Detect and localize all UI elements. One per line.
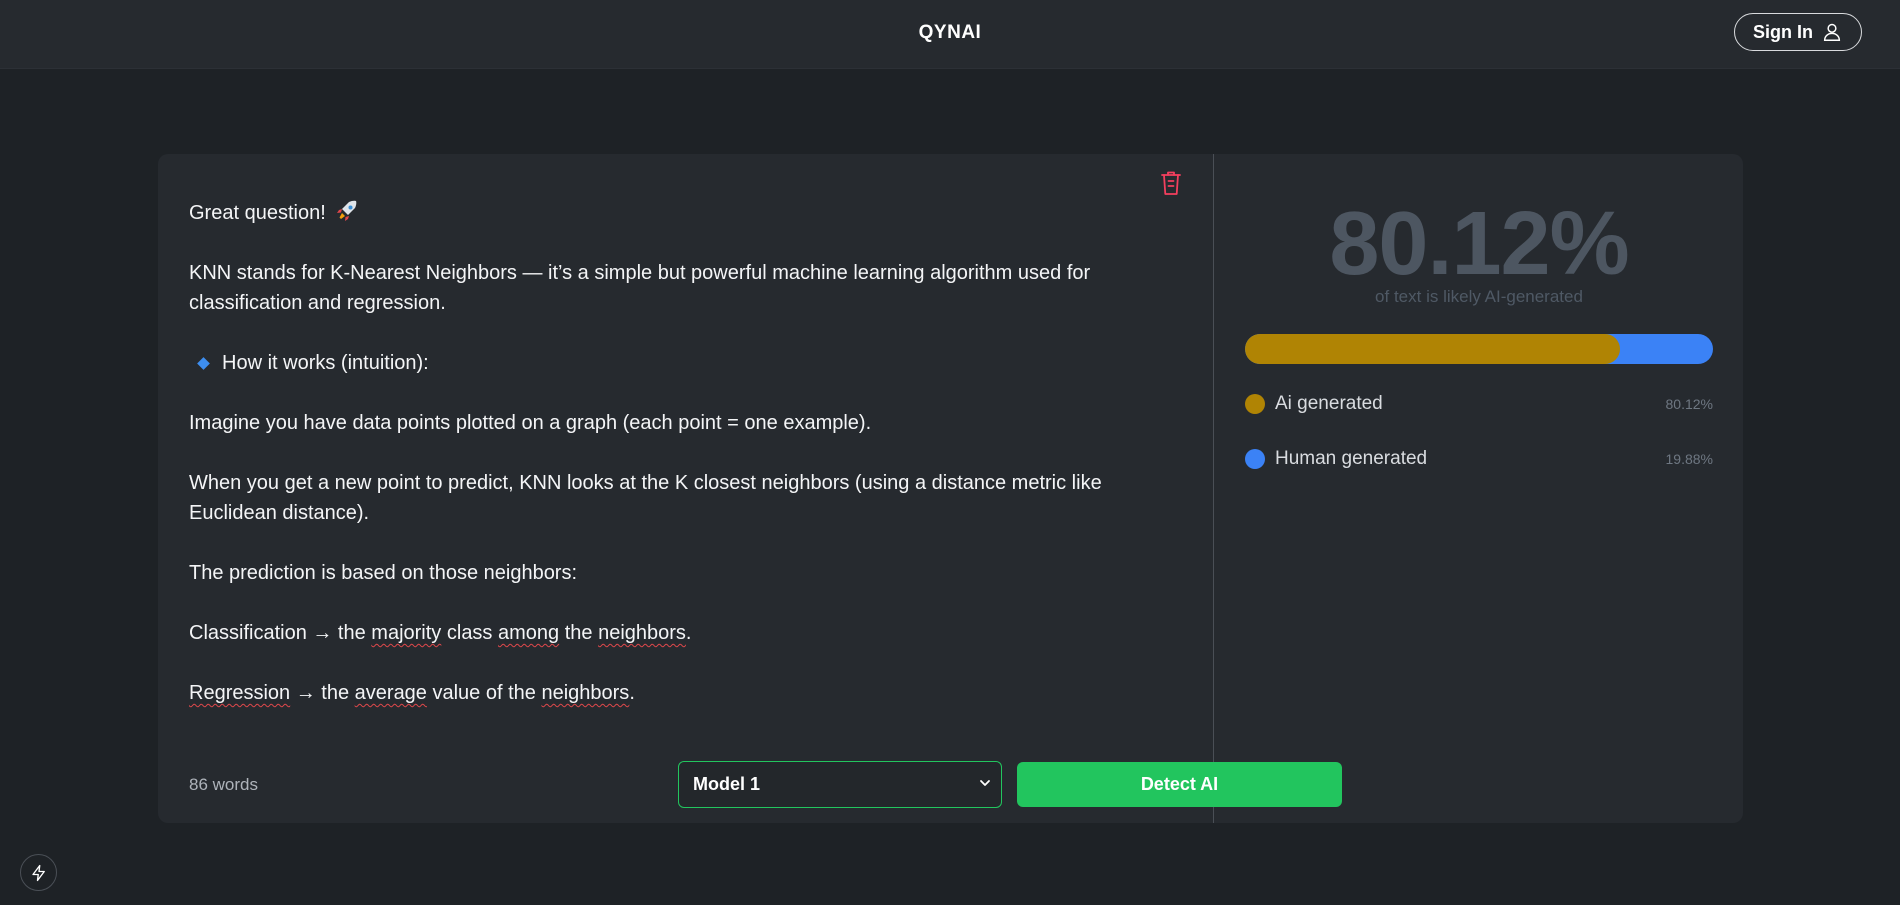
- legend-ai-label: Ai generated: [1275, 393, 1383, 414]
- text-run: the: [559, 622, 599, 644]
- misspelled-word: majority: [371, 622, 442, 644]
- blue-diamond-icon: [197, 356, 210, 370]
- text-run: → the: [290, 682, 355, 704]
- ai-dot-icon: [1245, 394, 1265, 414]
- paragraph: Great question!: [189, 198, 1129, 228]
- detector-card: Great question! KNN stands for K-Nearest…: [158, 154, 1743, 823]
- word-count: 86 words: [189, 775, 258, 794]
- chevron-down-icon: [980, 780, 990, 786]
- text-run: .: [629, 682, 635, 704]
- ai-percentage: 80.12%: [1329, 194, 1629, 294]
- bolt-button[interactable]: [20, 854, 57, 891]
- results-panel: 80.12% of text is likely AI-generated Ai…: [1215, 154, 1743, 823]
- paragraph: The prediction is based on those neighbo…: [189, 562, 578, 584]
- rocket-emoji: [337, 200, 357, 221]
- legend-ai: Ai generated 80.12%: [1245, 392, 1713, 416]
- misspelled-word: Regression: [189, 682, 291, 704]
- misspelled-word: average: [354, 682, 427, 704]
- paragraph: Imagine you have data points plotted on …: [189, 412, 872, 434]
- legend-human-label: Human generated: [1275, 448, 1428, 469]
- legend-ai-value: 80.12%: [1665, 396, 1713, 412]
- bolt-icon: [31, 864, 45, 881]
- text-run: .: [685, 622, 692, 644]
- text-run: Classification → the: [189, 622, 372, 644]
- paragraph: Classification → the majority class amon…: [189, 618, 1129, 648]
- sign-in-button[interactable]: Sign In: [1734, 13, 1862, 51]
- misspelled-word: neighbors: [541, 682, 630, 704]
- human-dot-icon: [1245, 449, 1265, 469]
- brand-logo[interactable]: QYNAI: [0, 22, 1900, 44]
- top-navbar: QYNAI Sign In: [0, 0, 1900, 69]
- misspelled-word: among: [498, 622, 560, 644]
- paragraph: Regression → the average value of the ne…: [189, 678, 1129, 708]
- legend-human-value: 19.88%: [1665, 451, 1713, 467]
- paragraph: When you get a new point to predict, KNN…: [189, 472, 1102, 524]
- ai-progress-fill: [1245, 334, 1620, 364]
- legend-human: Human generated 19.88%: [1245, 447, 1713, 471]
- bullet-heading: How it works (intuition):: [189, 348, 1129, 378]
- sign-in-label: Sign In: [1753, 21, 1813, 42]
- text-run: value of the: [426, 682, 542, 704]
- model-select-value: Model 1: [693, 774, 761, 794]
- model-select[interactable]: Model 1: [678, 761, 1002, 808]
- user-icon: [1823, 23, 1841, 41]
- bullet-heading-text: How it works (intuition):: [222, 352, 429, 374]
- text-run: class: [441, 622, 498, 644]
- text-editor-panel: Great question! KNN stands for K-Nearest…: [158, 154, 1342, 823]
- misspelled-word: neighbors: [598, 622, 686, 644]
- paragraph-text: Great question!: [189, 202, 326, 224]
- input-text-area[interactable]: Great question! KNN stands for K-Nearest…: [189, 198, 1129, 738]
- ai-percentage-caption: of text is likely AI-generated: [1375, 287, 1583, 306]
- trash-icon[interactable]: [1159, 169, 1183, 197]
- paragraph: KNN stands for K-Nearest Neighbors — it’…: [189, 262, 1091, 314]
- ai-human-progress-bar: [1245, 334, 1713, 364]
